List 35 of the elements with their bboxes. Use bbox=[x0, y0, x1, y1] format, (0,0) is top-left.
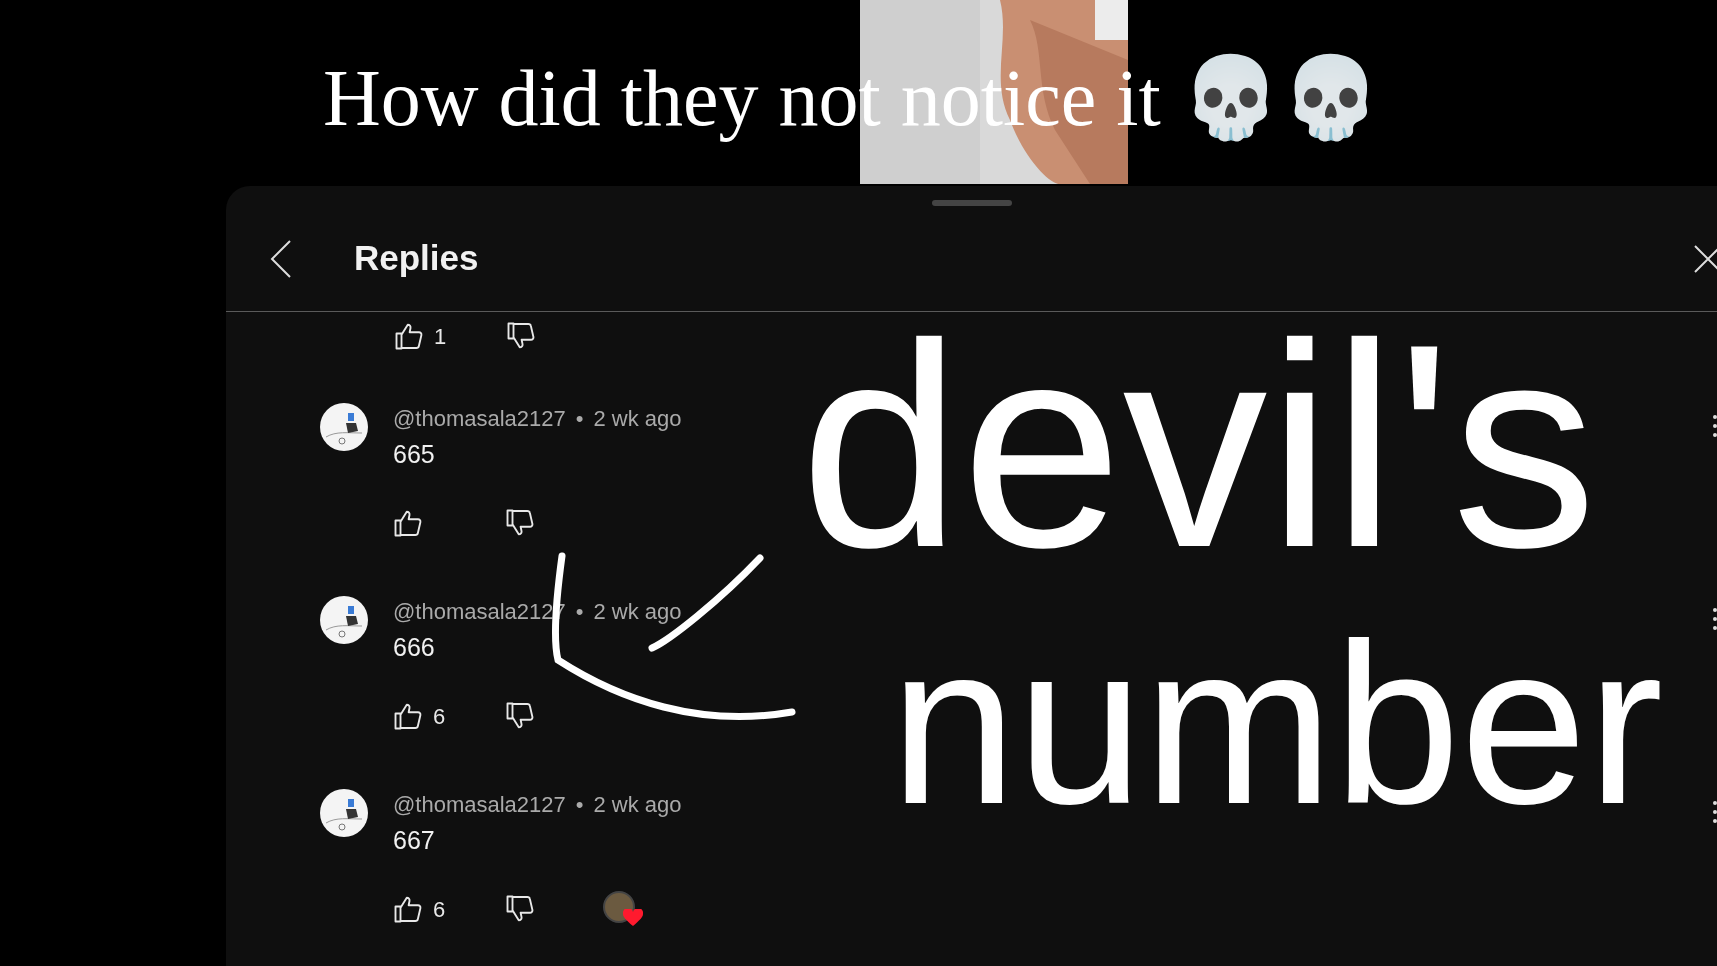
avatar bbox=[320, 596, 368, 644]
thumbs-down-icon[interactable] bbox=[505, 895, 535, 923]
more-icon[interactable] bbox=[1711, 607, 1717, 631]
like-count: 6 bbox=[433, 895, 446, 924]
comment-time: 2 wk ago bbox=[593, 601, 682, 623]
like-count: 1 bbox=[434, 322, 447, 351]
comment-time: 2 wk ago bbox=[593, 794, 682, 816]
more-icon[interactable] bbox=[1711, 414, 1717, 438]
close-icon[interactable] bbox=[1693, 243, 1717, 274]
separator-dot: • bbox=[575, 408, 584, 430]
comment-text: 667 bbox=[393, 828, 436, 853]
comment-text: 666 bbox=[393, 635, 436, 660]
thumbs-up-icon[interactable] bbox=[393, 509, 423, 537]
back-icon[interactable] bbox=[270, 238, 292, 279]
thumbs-up-icon[interactable] bbox=[394, 322, 424, 350]
comment-text: 665 bbox=[393, 442, 436, 467]
more-icon[interactable] bbox=[1711, 800, 1717, 824]
thumbs-down-icon[interactable] bbox=[505, 509, 535, 537]
comment-author[interactable]: @thomasala2127 bbox=[393, 794, 566, 816]
thumbs-down-icon[interactable] bbox=[505, 702, 535, 730]
thumbs-down-icon[interactable] bbox=[506, 322, 536, 350]
thumbs-up-icon[interactable] bbox=[393, 895, 423, 923]
avatar bbox=[320, 403, 368, 451]
handwritten-note: devil's bbox=[800, 300, 1597, 590]
handwritten-note: number bbox=[890, 610, 1664, 838]
separator-dot: • bbox=[575, 601, 584, 623]
separator-dot: • bbox=[575, 794, 584, 816]
avatar bbox=[320, 789, 368, 837]
thumbs-up-icon[interactable] bbox=[393, 702, 423, 730]
comment-author[interactable]: @thomasala2127 bbox=[393, 408, 566, 430]
like-count: 6 bbox=[433, 702, 446, 731]
comment-time: 2 wk ago bbox=[593, 408, 682, 430]
drag-handle[interactable] bbox=[931, 200, 1012, 206]
panel-title: Replies bbox=[354, 237, 479, 280]
creator-heart-icon bbox=[603, 891, 643, 927]
